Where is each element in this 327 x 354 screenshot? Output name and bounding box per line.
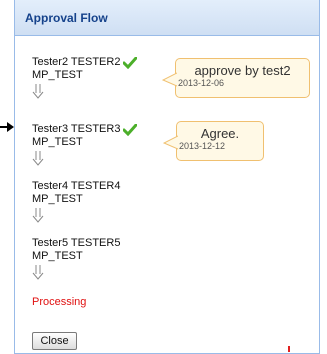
flow-step-3: Tester4 TESTER4 MP_TEST — [32, 180, 120, 223]
approver-group: MP_TEST — [32, 193, 83, 205]
approved-check-icon — [123, 56, 138, 69]
approver-name: Tester2 TESTER2 — [32, 56, 121, 68]
down-arrow-icon — [32, 151, 44, 166]
comment-text: approve by test2 — [194, 63, 291, 78]
current-step-pointer-arrow-icon — [0, 122, 14, 132]
approver-name: Tester3 TESTER3 — [32, 123, 121, 135]
comment-bubble-1: approve by test2 2013-12-06 — [162, 58, 310, 98]
close-button[interactable]: Close — [32, 332, 77, 350]
approver-name: Tester4 TESTER4 — [32, 180, 121, 192]
comment-text: Agree. — [200, 126, 240, 141]
comment-date: 2013-12-06 — [178, 78, 225, 88]
comment-date: 2013-12-12 — [179, 141, 226, 151]
flow-step-4: Tester5 TESTER5 MP_TEST — [32, 237, 120, 280]
dialog-title: Approval Flow — [15, 0, 319, 36]
down-arrow-icon — [32, 265, 44, 280]
down-arrow-icon — [32, 208, 44, 223]
approver-group: MP_TEST — [32, 69, 83, 81]
approval-flow-dialog: Approval Flow Tester2 TESTER2 MP_TEST Te… — [14, 0, 320, 354]
approved-check-icon — [123, 123, 138, 136]
red-mark — [288, 346, 290, 352]
approver-group: MP_TEST — [32, 250, 83, 262]
status-text: Processing — [32, 296, 87, 308]
flow-step-2: Tester3 TESTER3 MP_TEST — [32, 123, 138, 166]
comment-bubble-2: Agree. 2013-12-12 — [163, 121, 264, 161]
flow-step-1: Tester2 TESTER2 MP_TEST — [32, 56, 138, 99]
approver-name: Tester5 TESTER5 — [32, 237, 121, 249]
approver-group: MP_TEST — [32, 136, 83, 148]
down-arrow-icon — [32, 84, 44, 99]
